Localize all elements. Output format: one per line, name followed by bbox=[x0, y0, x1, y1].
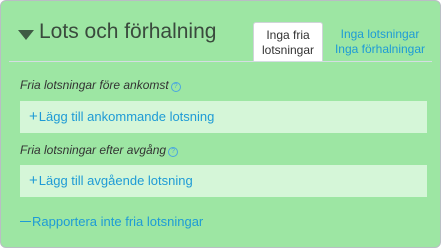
report-link-label: Rapportera inte fria lotsningar bbox=[32, 214, 204, 229]
pilotage-panel: Lots och förhalning Inga fria lotsningar… bbox=[0, 0, 441, 248]
info-icon[interactable]: ? bbox=[170, 82, 181, 92]
plus-icon: + bbox=[29, 172, 38, 189]
info-icon[interactable]: ? bbox=[168, 147, 179, 157]
panel-header: Lots och förhalning Inga fria lotsningar… bbox=[1, 1, 440, 69]
header-divider bbox=[9, 61, 432, 62]
add-departure-label: Lägg till avgående lotsning bbox=[38, 173, 193, 188]
plus-icon: + bbox=[29, 108, 38, 125]
add-arrival-label: Lägg till ankommande lotsning bbox=[38, 109, 215, 124]
departure-section-label: Fria lotsningar efter avgång? bbox=[20, 143, 179, 157]
add-departure-pilotage-button[interactable]: +Lägg till avgående lotsning bbox=[20, 165, 427, 197]
arrival-label-text: Fria lotsningar före ankomst bbox=[20, 78, 169, 92]
minus-icon bbox=[20, 221, 31, 222]
caret-down-icon[interactable] bbox=[18, 30, 34, 40]
tab-no-free-pilotage[interactable]: Inga fria lotsningar bbox=[253, 22, 323, 61]
add-arrival-pilotage-button[interactable]: +Lägg till ankommande lotsning bbox=[20, 101, 427, 133]
tab-label-line1: Inga lotsningar bbox=[340, 27, 420, 41]
tab-no-pilotage-no-shifting[interactable]: Inga lotsningar Inga förhalningar bbox=[329, 27, 431, 57]
tab-label-line1: Inga fria bbox=[266, 28, 310, 42]
tab-label-line2: lotsningar bbox=[261, 43, 315, 57]
panel-title[interactable]: Lots och förhalning bbox=[39, 20, 216, 44]
arrival-section-label: Fria lotsningar före ankomst? bbox=[20, 78, 181, 92]
departure-label-text: Fria lotsningar efter avgång bbox=[20, 143, 167, 157]
tab-label-line2: Inga förhalningar bbox=[334, 42, 426, 56]
report-no-free-pilotage-link[interactable]: Rapportera inte fria lotsningar bbox=[20, 214, 203, 229]
